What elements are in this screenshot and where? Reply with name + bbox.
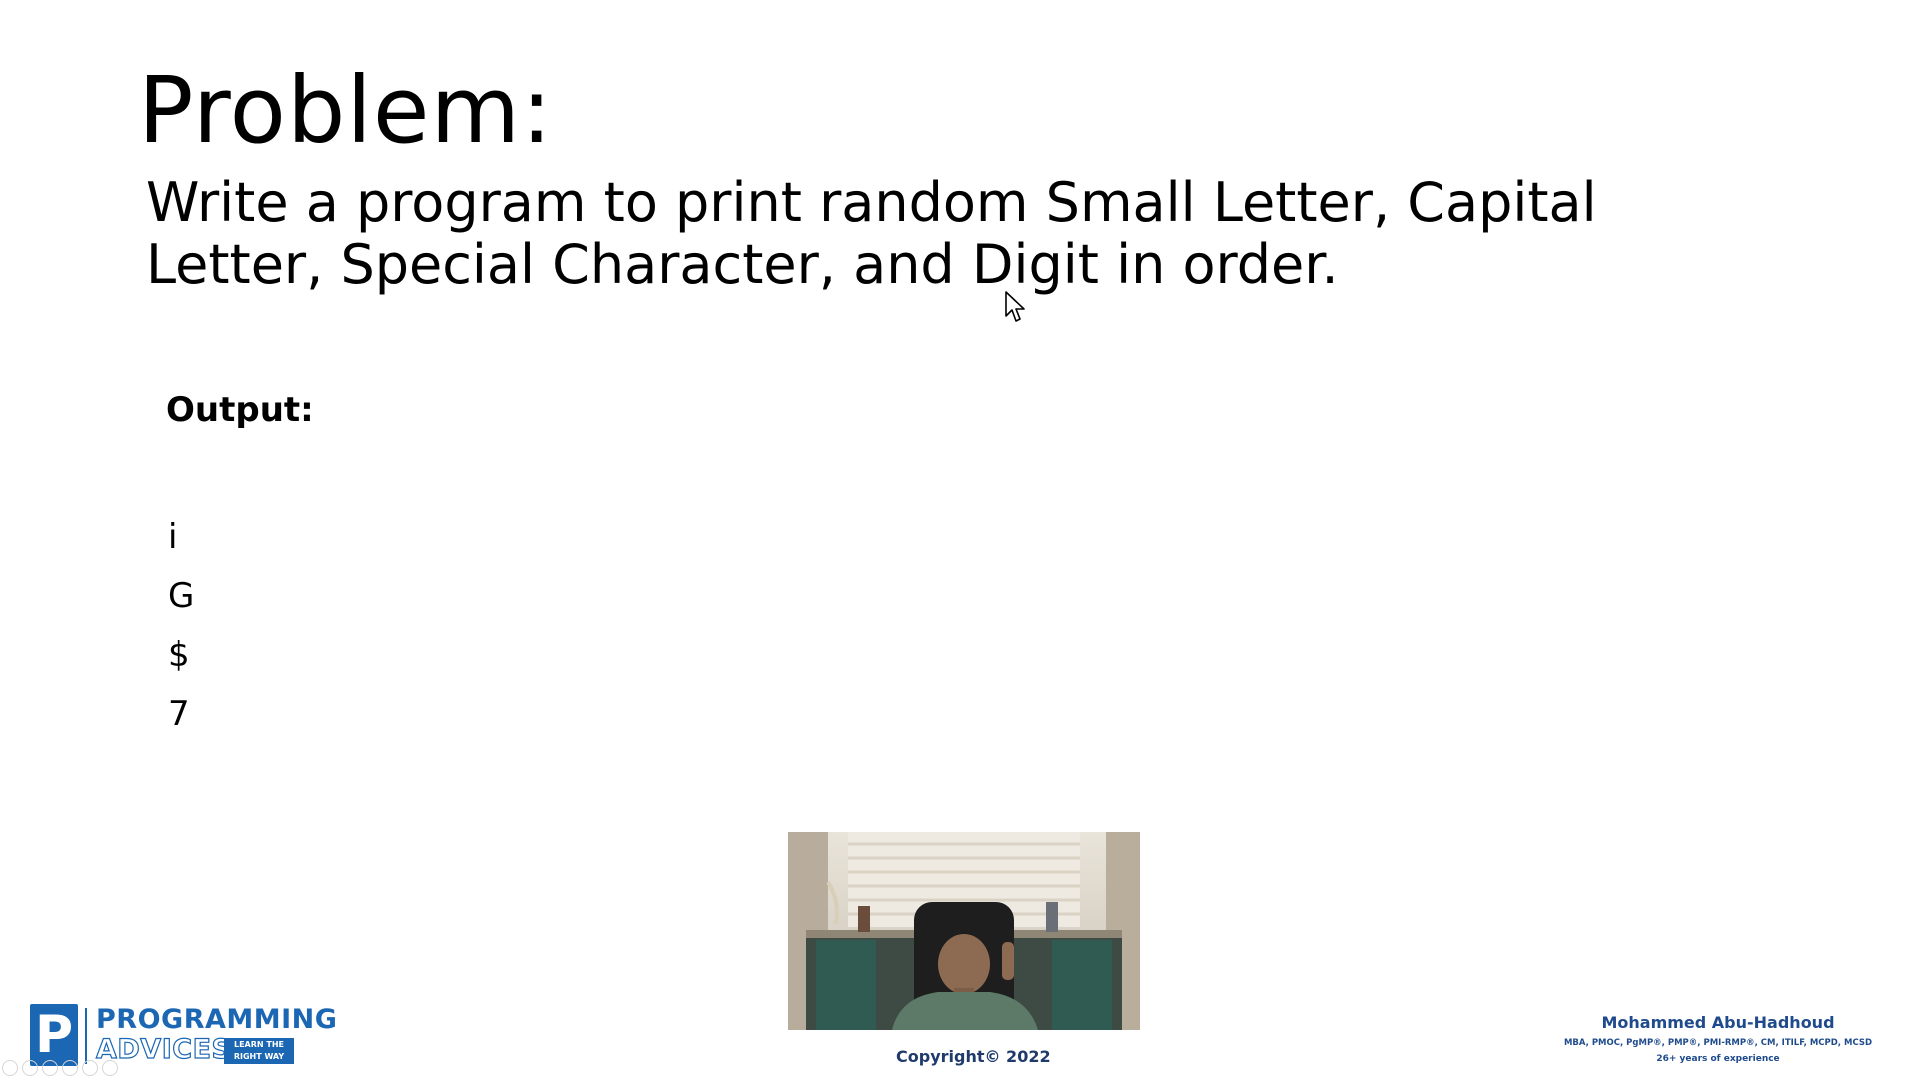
toolbar-icon-5[interactable] <box>82 1060 98 1076</box>
logo-tagline: LEARN THE RIGHT WAY <box>224 1038 294 1064</box>
webcam-scene <box>788 832 1140 1030</box>
presentation-toolbar <box>2 1060 118 1078</box>
author-credentials: MBA, PMOC, PgMP®, PMP®, PMI-RMP®, CM, IT… <box>1563 1038 1873 1048</box>
output-value: G <box>168 576 195 616</box>
problem-line-2: Letter, Special Character, and Digit in … <box>146 233 1339 296</box>
toolbar-icon-2[interactable] <box>22 1060 38 1076</box>
logo-mark: P <box>30 1004 78 1066</box>
author-name: Mohammed Abu-Hadhoud <box>1601 1013 1835 1032</box>
problem-statement: Write a program to print random Small Le… <box>146 172 1746 296</box>
toolbar-icon-3[interactable] <box>42 1060 58 1076</box>
logo-tagline-line-1: LEARN THE <box>233 1040 284 1049</box>
slide: Problem: Write a program to print random… <box>0 0 1920 1080</box>
output-value: i <box>168 517 178 557</box>
output-value: 7 <box>168 694 190 734</box>
output-list: i G $ 7 <box>168 508 194 744</box>
toolbar-icon-6[interactable] <box>102 1060 118 1076</box>
toolbar-icon-4[interactable] <box>62 1060 78 1076</box>
author-experience: 26+ years of experience <box>1656 1054 1780 1064</box>
problem-title: Problem: <box>138 57 554 164</box>
logo-text-programming: PROGRAMMING <box>96 1004 338 1035</box>
copyright-notice: Copyright© 2022 <box>896 1047 1051 1066</box>
mouse-pointer-icon <box>1005 291 1025 322</box>
logo-divider <box>85 1008 87 1064</box>
logo-tagline-line-2: RIGHT WAY <box>233 1052 285 1061</box>
author-block: Mohammed Abu-Hadhoud MBA, PMOC, PgMP®, P… <box>1538 1012 1898 1066</box>
output-label: Output: <box>166 390 314 430</box>
output-value: $ <box>168 635 190 675</box>
problem-line-1: Write a program to print random Small Le… <box>146 171 1597 234</box>
toolbar-icon-1[interactable] <box>2 1060 18 1076</box>
presenter-webcam <box>788 832 1140 1030</box>
